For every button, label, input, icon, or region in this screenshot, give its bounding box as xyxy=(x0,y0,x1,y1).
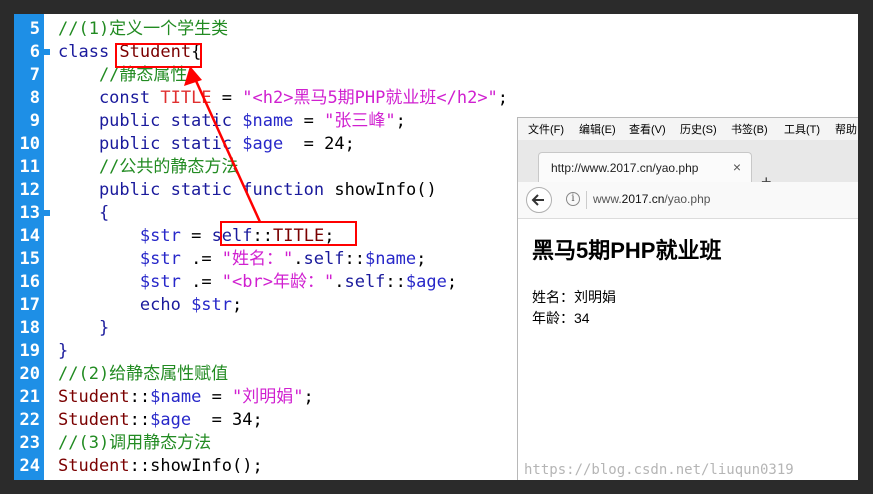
menu-item[interactable]: 历史(S) xyxy=(680,121,717,137)
site-info-icon[interactable]: i xyxy=(566,192,580,206)
fold-marker-icon[interactable] xyxy=(44,49,50,55)
browser-window: 文件(F) 编辑(E) 查看(V) 历史(S) 书签(B) 工具(T) 帮助 http://… xyxy=(517,117,858,480)
address-bar[interactable]: www.2017.cn/yao.php xyxy=(593,192,710,206)
back-button[interactable] xyxy=(526,187,552,213)
browser-nav-bar: i www.2017.cn/yao.php xyxy=(518,182,858,219)
page-content: 黑马5期PHP就业班 姓名：刘明娟 年龄：34 xyxy=(518,219,858,480)
tab-close-icon[interactable]: × xyxy=(733,159,741,175)
browser-menu-bar: 文件(F) 编辑(E) 查看(V) 历史(S) 书签(B) 工具(T) 帮助 xyxy=(518,118,858,140)
menu-item[interactable]: 文件(F) xyxy=(528,121,564,137)
page-heading: 黑马5期PHP就业班 xyxy=(532,238,722,263)
menu-item[interactable]: 查看(V) xyxy=(629,121,666,137)
menu-item[interactable]: 工具(T) xyxy=(784,121,820,137)
arrow-line xyxy=(190,71,262,223)
fold-marker-icon[interactable] xyxy=(44,210,50,216)
url-path: /yao.php xyxy=(664,192,711,206)
url-prefix: www. xyxy=(593,192,622,206)
back-arrow-icon xyxy=(531,194,544,206)
url-separator xyxy=(586,191,587,209)
menu-item[interactable]: 帮助 xyxy=(835,121,857,137)
student-name-line: 姓名：刘明娟 xyxy=(532,289,616,305)
watermark: https://blog.csdn.net/liuqun0319 xyxy=(524,462,794,478)
url-domain: 2017.cn xyxy=(621,192,665,206)
browser-tab[interactable]: http://www.2017.cn/yao.php × xyxy=(538,152,752,183)
arrow-head xyxy=(184,66,202,86)
menu-item[interactable]: 书签(B) xyxy=(731,121,768,137)
student-age-line: 年龄：34 xyxy=(532,310,590,326)
screenshot-frame: 5 6 7 8 9 10 11 12 13 14 15 16 17 18 19 20 21 22 23 24 //(1… xyxy=(14,14,858,480)
tab-title: http://www.2017.cn/yao.php xyxy=(551,161,699,175)
browser-tab-bar: http://www.2017.cn/yao.php × + xyxy=(518,140,858,192)
menu-item[interactable]: 编辑(E) xyxy=(579,121,616,137)
